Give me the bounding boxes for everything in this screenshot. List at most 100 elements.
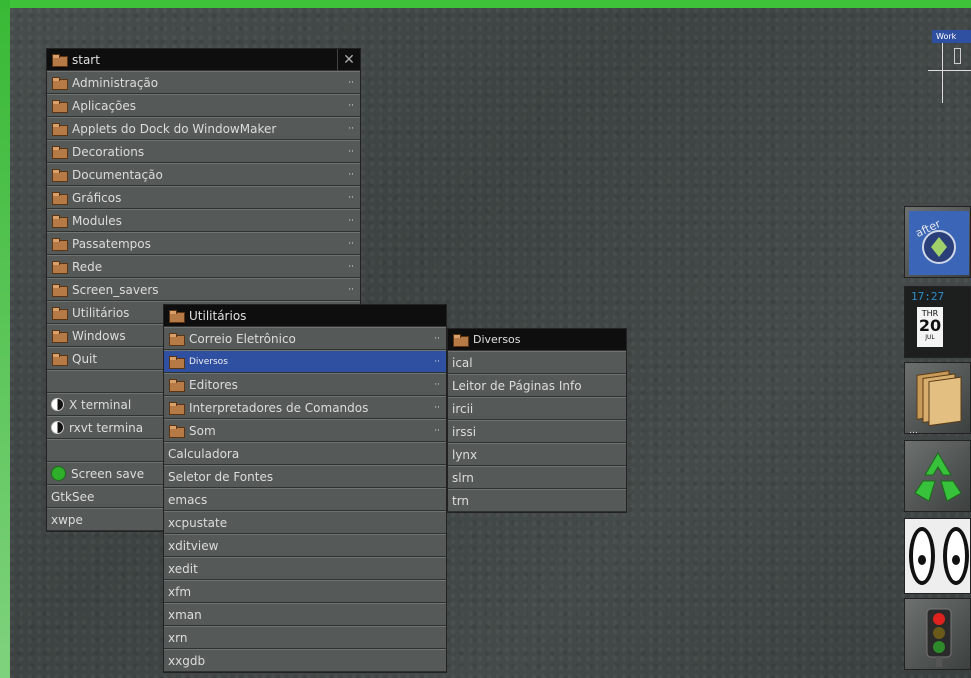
- eye-icon: [909, 527, 935, 585]
- desktop-top-edge: [0, 0, 971, 8]
- folder-icon: [51, 260, 68, 274]
- clock-time: 17:27: [911, 290, 945, 303]
- menu-item-label: Windows: [72, 328, 126, 343]
- menu-item-label: Correio Eletrônico: [189, 331, 296, 346]
- menu-item-label: Modules: [72, 213, 122, 228]
- menu-item-info-reader[interactable]: Leitor de Páginas Info: [448, 374, 626, 397]
- calendar-icon: THR 20 JUL: [917, 307, 943, 347]
- pupil: [952, 555, 960, 565]
- menu-item-xrn[interactable]: xrn: [164, 626, 446, 649]
- menu-item-aplicacoes[interactable]: Aplicações ··: [47, 94, 360, 117]
- folder-icon: [51, 283, 68, 297]
- terminal-icon: [51, 421, 64, 434]
- menu-item-som[interactable]: Som ··: [164, 419, 446, 442]
- submenu-arrow-icon: ··: [348, 146, 354, 157]
- close-icon[interactable]: ✕: [337, 48, 360, 71]
- menu-item-label: Screen save: [71, 466, 145, 481]
- menu-item-xcpustate[interactable]: xcpustate: [164, 511, 446, 534]
- menu-item-passatempos[interactable]: Passatempos ··: [47, 232, 360, 255]
- folder-icon: [51, 53, 68, 67]
- menu-item-xman[interactable]: xman: [164, 603, 446, 626]
- menu-item-ircii[interactable]: ircii: [448, 397, 626, 420]
- dock-xeyes[interactable]: [904, 518, 971, 594]
- utilitarios-menu-title[interactable]: Utilitários: [164, 305, 446, 327]
- menu-item-label: Calculadora: [168, 446, 240, 461]
- folder-icon: [51, 237, 68, 251]
- menu-item-correio[interactable]: Correio Eletrônico ··: [164, 327, 446, 350]
- menu-item-label: ical: [452, 355, 473, 370]
- menu-item-label: GtkSee: [51, 489, 95, 504]
- submenu-arrow-icon: ··: [348, 123, 354, 134]
- calendar-month: JUL: [925, 334, 935, 341]
- menu-item-label: Screen_savers: [72, 282, 159, 297]
- folder-icon: [51, 191, 68, 205]
- root-menu-title[interactable]: start ✕: [47, 48, 360, 71]
- submenu-arrow-icon: ··: [348, 284, 354, 295]
- menu-item-administracao[interactable]: Administração ··: [47, 71, 360, 94]
- menu-item-label: trn: [452, 493, 470, 508]
- diversos-menu-title[interactable]: Diversos: [448, 329, 626, 351]
- diversos-menu: Diversos ical Leitor de Páginas Info irc…: [447, 328, 627, 513]
- submenu-arrow-icon: ··: [348, 238, 354, 249]
- menu-item-label: xcpustate: [168, 515, 228, 530]
- submenu-arrow-icon: ··: [434, 402, 440, 413]
- folder-icon: [51, 168, 68, 182]
- dock-file-manager[interactable]: …: [904, 362, 971, 436]
- submenu-arrow-icon: ··: [434, 333, 440, 344]
- menu-item-xxgdb[interactable]: xxgdb: [164, 649, 446, 672]
- menu-item-calculadora[interactable]: Calculadora: [164, 442, 446, 465]
- menu-item-interpretadores[interactable]: Interpretadores de Comandos ··: [164, 396, 446, 419]
- submenu-arrow-icon: ··: [434, 379, 440, 390]
- workspace-switcher[interactable]: Work: [914, 30, 971, 110]
- menu-item-label: Administração: [72, 75, 159, 90]
- dock-app-afterstep[interactable]: after: [904, 206, 971, 278]
- submenu-arrow-icon: ··: [434, 356, 440, 367]
- menu-item-trn[interactable]: trn: [448, 489, 626, 512]
- menu-item-lynx[interactable]: lynx: [448, 443, 626, 466]
- dock-clock-calendar[interactable]: 17:27 THR 20 JUL: [904, 286, 971, 358]
- desktop-left-edge: [0, 0, 10, 678]
- traffic-light-icon: [926, 608, 952, 667]
- menu-item-documentacao[interactable]: Documentação ··: [47, 163, 360, 186]
- menu-item-xfm[interactable]: xfm: [164, 580, 446, 603]
- calendar-day: 20: [918, 316, 942, 335]
- menu-item-label: xxgdb: [168, 653, 206, 668]
- menu-item-label: Diversos: [189, 356, 228, 367]
- menu-item-label: irssi: [452, 424, 477, 439]
- menu-item-label: rxvt termina: [69, 420, 144, 435]
- menu-item-label: xwpe: [51, 512, 83, 527]
- menu-item-label: X terminal: [69, 397, 132, 412]
- folder-icon: [168, 424, 185, 438]
- folder-icon: [168, 332, 185, 346]
- menu-item-emacs[interactable]: emacs: [164, 488, 446, 511]
- menu-item-editores[interactable]: Editores ··: [164, 373, 446, 396]
- dock-traffic-light[interactable]: [904, 598, 971, 670]
- menu-item-xditview[interactable]: xditview: [164, 534, 446, 557]
- menu-item-graficos[interactable]: Gráficos ··: [47, 186, 360, 209]
- utilitarios-menu: Utilitários Correio Eletrônico ·· Diverso…: [163, 304, 447, 673]
- menu-item-rede[interactable]: Rede ··: [47, 255, 360, 278]
- menu-item-seletor-fontes[interactable]: Seletor de Fontes: [164, 465, 446, 488]
- folder-icon: [168, 309, 185, 323]
- menu-item-slrn[interactable]: slrn: [448, 466, 626, 489]
- folder-icon: [51, 329, 68, 343]
- menu-item-decorations[interactable]: Decorations ··: [47, 140, 360, 163]
- dock-recycle[interactable]: [904, 440, 971, 512]
- menu-item-modules[interactable]: Modules ··: [47, 209, 360, 232]
- folder-icon: [168, 378, 185, 392]
- menu-item-applets[interactable]: Applets do Dock do WindowMaker ··: [47, 117, 360, 140]
- menu-item-xedit[interactable]: xedit: [164, 557, 446, 580]
- menu-item-label: Aplicações: [72, 98, 137, 113]
- menu-item-label: xrn: [168, 630, 188, 645]
- terminal-icon: [51, 398, 64, 411]
- menu-item-label: Seletor de Fontes: [168, 469, 274, 484]
- menu-item-irssi[interactable]: irssi: [448, 420, 626, 443]
- submenu-arrow-icon: ··: [348, 261, 354, 272]
- recycle-icon: [914, 452, 962, 502]
- menu-item-screen-savers[interactable]: Screen_savers ··: [47, 278, 360, 301]
- menu-item-ical[interactable]: ical: [448, 351, 626, 374]
- menu-item-diversos[interactable]: Diversos ··: [164, 350, 446, 373]
- menu-item-label: Utilitários: [72, 305, 130, 320]
- submenu-arrow-icon: ··: [348, 215, 354, 226]
- folder-icon: [51, 145, 68, 159]
